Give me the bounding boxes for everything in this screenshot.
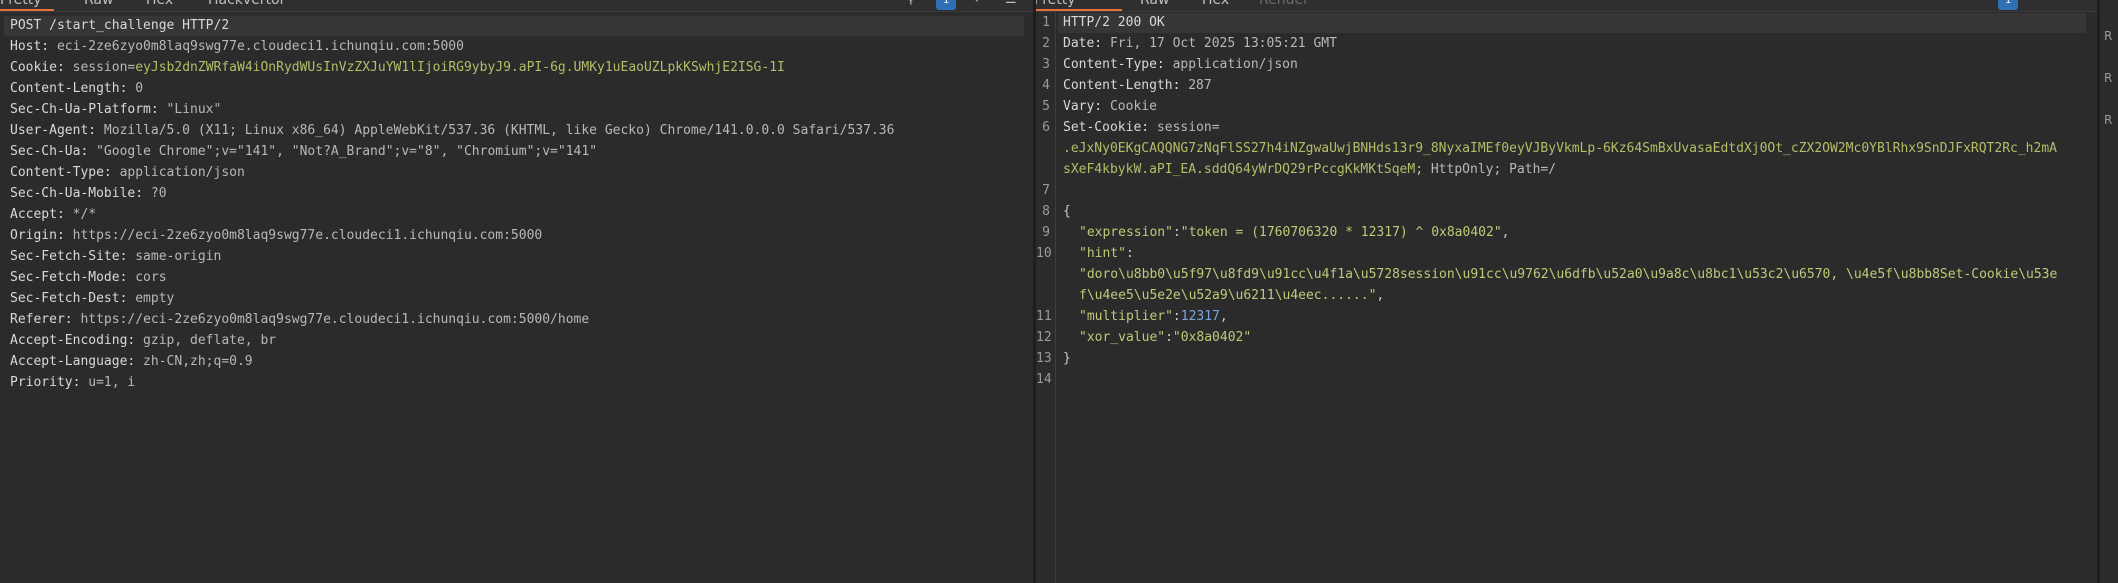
response-header-line: Content-Length: 287: [1063, 78, 1212, 93]
request-line: POST /start_challenge HTTP/2: [10, 18, 230, 33]
inspector-tab[interactable]: R: [2104, 64, 2118, 92]
tab-hex[interactable]: Hex: [146, 0, 173, 11]
response-header-line: Date: Fri, 17 Oct 2025 13:05:21 GMT: [1063, 36, 1337, 51]
line-number: 8: [1042, 204, 1050, 219]
response-header-line: Vary: Cookie: [1063, 99, 1157, 114]
response-tabbar: Pretty Raw Hex Render 1: [1036, 0, 2097, 12]
json-xor-line: "xor_value":"0x8a0402": [1079, 330, 1252, 345]
line-number: 9: [1042, 225, 1050, 240]
newline-toggle-icon[interactable]: ↵: [974, 0, 985, 9]
json-open-brace: {: [1063, 204, 1071, 219]
request-tabbar: Pretty Raw Hex Hackvertor ⚲ 1 ↵ ☰: [0, 0, 1033, 12]
request-header-line: Referer: https://eci-2ze6zyo0m8laq9swg77…: [10, 312, 590, 327]
line-number: 10: [1036, 246, 1052, 261]
request-header-line: Accept-Language: zh-CN,zh;q=0.9: [10, 354, 253, 369]
request-header-line: Content-Type: application/json: [10, 165, 245, 180]
tab-render[interactable]: Render: [1259, 0, 1309, 11]
line-number: 12: [1036, 330, 1052, 345]
request-header-line: Accept-Encoding: gzip, deflate, br: [10, 333, 277, 348]
request-header-line: Sec-Fetch-Dest: empty: [10, 291, 175, 306]
response-editor[interactable]: 1 2 3 4 5 6 7 8 9 10 11 12 13 14 HTTP/2 …: [1036, 12, 2097, 583]
inspector-tab[interactable]: R: [2104, 106, 2118, 134]
request-header-line: Sec-Ch-Ua-Mobile: ?0: [10, 186, 167, 201]
request-header-line: Sec-Fetch-Site: same-origin: [10, 249, 222, 264]
tab-raw[interactable]: Raw: [84, 0, 113, 11]
request-header-line: Host: eci-2ze6zyo0m8laq9swg77e.cloudeci1…: [10, 39, 464, 54]
line-number: 2: [1042, 36, 1050, 51]
request-header-line: Sec-Ch-Ua-Platform: "Linux": [10, 102, 222, 117]
request-pane: Pretty Raw Hex Hackvertor ⚲ 1 ↵ ☰ POST /…: [0, 0, 1033, 583]
badge-count[interactable]: 1: [1998, 0, 2018, 10]
menu-icon[interactable]: ☰: [1005, 0, 1017, 9]
line-number: 6: [1042, 120, 1050, 135]
line-number: 3: [1042, 57, 1050, 72]
line-number: 5: [1042, 99, 1050, 114]
set-cookie-value-line: .eJxNy0EKgCAQQNG7zNqFlSS27h4iNZgwaUwjBNH…: [1063, 141, 2057, 156]
request-header-line: Priority: u=1, i: [10, 375, 136, 390]
inspector-tab[interactable]: R: [2104, 22, 2118, 50]
line-number-gutter: 1 2 3 4 5 6 7 8 9 10 11 12 13 14: [1036, 12, 1056, 583]
json-hint-value-line: f\u4ee5\u5e2e\u52a9\u6211\u4eec......",: [1079, 288, 1385, 303]
search-icon[interactable]: ⚲: [906, 0, 916, 9]
badge-count[interactable]: 1: [936, 0, 956, 10]
line-number: 11: [1036, 309, 1052, 324]
status-line: HTTP/2 200 OK: [1063, 15, 1165, 30]
response-pane: Pretty Raw Hex Render 1 1 2 3 4 5 6 7 8 …: [1036, 0, 2097, 583]
request-header-line: Sec-Fetch-Mode: cors: [10, 270, 167, 285]
line-number: 7: [1042, 183, 1050, 198]
json-expression-line: "expression":"token = (1760706320 * 1231…: [1079, 225, 1510, 240]
response-header-line: Content-Type: application/json: [1063, 57, 1298, 72]
tab-raw[interactable]: Raw: [1140, 0, 1169, 11]
request-header-line: Cookie: session=eyJsb2dnZWRfaW4iOnRydWUs…: [10, 60, 785, 75]
set-cookie-value-line: sXeF4kbykW.aPI_EA.sddQ64yWrDQ29rPccgKkMK…: [1063, 162, 1557, 177]
request-header-line: Content-Length: 0: [10, 81, 144, 96]
json-hint-key-line: "hint":: [1079, 246, 1134, 261]
pane-splitter[interactable]: [2097, 0, 2100, 583]
line-number: 13: [1036, 351, 1052, 366]
request-header-line: Sec-Ch-Ua: "Google Chrome";v="141", "Not…: [10, 144, 598, 159]
set-cookie-header: Set-Cookie: session=: [1063, 120, 1220, 135]
request-header-line: Origin: https://eci-2ze6zyo0m8laq9swg77e…: [10, 228, 543, 243]
request-editor[interactable]: POST /start_challenge HTTP/2 Host: eci-2…: [0, 12, 1033, 583]
json-hint-value-line: "doro\u8bb0\u5f97\u8fd9\u91cc\u4f1a\u572…: [1079, 267, 2058, 282]
line-number: 1: [1042, 15, 1050, 30]
json-close-brace: }: [1063, 351, 1071, 366]
json-multiplier-line: "multiplier":12317,: [1079, 309, 1228, 324]
tab-hackvertor[interactable]: Hackvertor: [208, 0, 285, 11]
request-header-line: User-Agent: Mozilla/5.0 (X11; Linux x86_…: [10, 123, 895, 138]
request-header-line: Accept: */*: [10, 207, 97, 222]
line-number: 4: [1042, 78, 1050, 93]
line-number: 14: [1036, 372, 1052, 387]
tab-hex[interactable]: Hex: [1202, 0, 1229, 11]
